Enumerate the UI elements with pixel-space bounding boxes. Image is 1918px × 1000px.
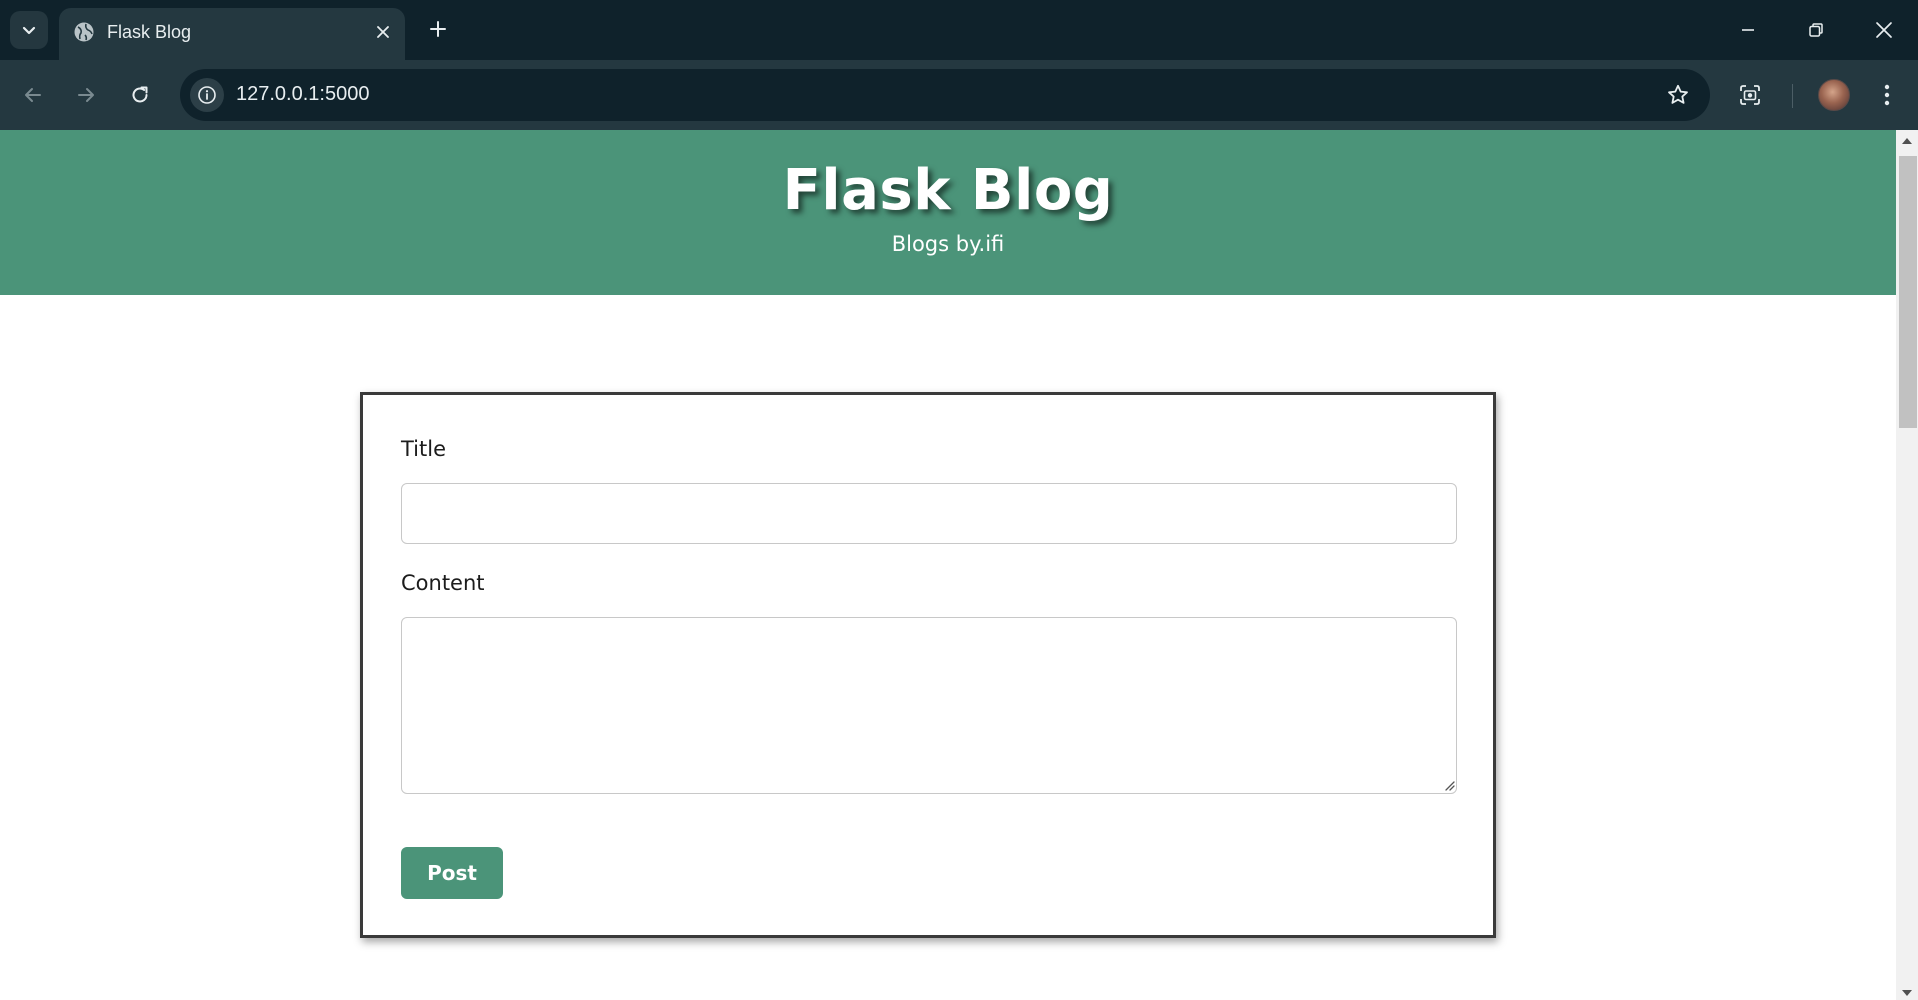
reload-button[interactable] bbox=[122, 77, 158, 113]
tab-title: Flask Blog bbox=[107, 22, 192, 42]
site-title: Flask Blog bbox=[782, 158, 1114, 223]
camera-icon bbox=[1740, 85, 1760, 105]
page-scrollbar[interactable] bbox=[1896, 130, 1918, 1000]
forward-arrow-icon bbox=[78, 88, 94, 102]
reload-icon bbox=[132, 86, 148, 103]
minimize-icon bbox=[1742, 29, 1754, 31]
chevron-down-icon bbox=[22, 26, 36, 35]
back-arrow-icon bbox=[25, 88, 41, 102]
browser-toolbar: 127.0.0.1:5000 bbox=[0, 60, 1918, 130]
globe-icon bbox=[74, 22, 94, 42]
page-viewport: Flask Blog Blogs by.ifi Title Content Po… bbox=[0, 130, 1918, 1000]
content-textarea[interactable] bbox=[401, 617, 1457, 794]
minimize-button[interactable] bbox=[1728, 12, 1768, 48]
browser-tab-bar: Flask Blog bbox=[0, 0, 1918, 60]
scroll-up-icon[interactable] bbox=[1902, 138, 1912, 144]
new-post-form: Title Content Post bbox=[360, 392, 1496, 938]
restore-icon bbox=[1809, 23, 1823, 37]
info-icon bbox=[198, 86, 216, 104]
browser-menu-button[interactable] bbox=[1869, 77, 1905, 113]
close-icon bbox=[377, 26, 389, 38]
tab-close-button[interactable] bbox=[371, 20, 395, 44]
site-header: Flask Blog Blogs by.ifi bbox=[0, 130, 1896, 295]
close-window-button[interactable] bbox=[1864, 12, 1904, 48]
kebab-menu-icon bbox=[1884, 84, 1890, 106]
address-bar[interactable]: 127.0.0.1:5000 bbox=[180, 69, 1710, 121]
url-text[interactable]: 127.0.0.1:5000 bbox=[236, 83, 369, 106]
restore-button[interactable] bbox=[1796, 12, 1836, 48]
site-subtitle: Blogs by.ifi bbox=[891, 232, 1005, 256]
scrollbar-thumb[interactable] bbox=[1899, 156, 1917, 428]
site-info-button[interactable] bbox=[190, 78, 224, 112]
profile-avatar[interactable] bbox=[1818, 79, 1850, 111]
scroll-down-icon[interactable] bbox=[1902, 990, 1912, 996]
content-label: Content bbox=[401, 571, 485, 595]
toolbar-divider bbox=[1792, 84, 1793, 108]
new-tab-button[interactable] bbox=[422, 13, 454, 45]
resize-grip-icon[interactable] bbox=[1443, 779, 1455, 791]
post-button[interactable]: Post bbox=[401, 847, 503, 899]
back-button[interactable] bbox=[15, 77, 51, 113]
screenshot-button[interactable] bbox=[1732, 77, 1768, 113]
bookmark-button[interactable] bbox=[1664, 81, 1692, 109]
forward-button[interactable] bbox=[68, 77, 104, 113]
star-icon bbox=[1668, 84, 1688, 104]
plus-icon bbox=[430, 21, 446, 37]
browser-tab[interactable]: Flask Blog bbox=[59, 8, 405, 60]
title-label: Title bbox=[401, 437, 447, 461]
close-icon bbox=[1876, 22, 1892, 38]
tab-search-button[interactable] bbox=[10, 11, 48, 49]
title-input[interactable] bbox=[401, 483, 1457, 544]
